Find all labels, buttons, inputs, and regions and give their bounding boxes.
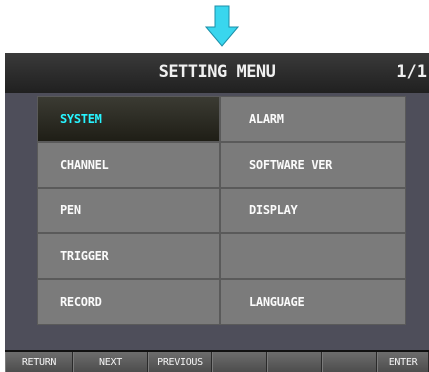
menu-item-record[interactable]: RECORD: [37, 279, 220, 325]
menu-item-language[interactable]: LANGUAGE: [220, 279, 406, 325]
softkey-blank-3[interactable]: [322, 352, 377, 372]
menu-item-trigger[interactable]: TRIGGER: [37, 233, 220, 280]
return-button[interactable]: RETURN: [5, 352, 73, 372]
page-title: SETTING MENU: [158, 62, 276, 82]
device-screen: SETTING MENU 1/1 SYSTEM ALARM CHANNEL SO…: [5, 53, 429, 372]
page-indicator: 1/1: [396, 62, 427, 82]
menu-item-empty[interactable]: [220, 233, 406, 280]
menu-item-system[interactable]: SYSTEM: [37, 96, 220, 142]
menu-item-display[interactable]: DISPLAY: [220, 187, 406, 234]
previous-button[interactable]: PREVIOUS: [148, 352, 212, 372]
enter-button[interactable]: ENTER: [377, 352, 429, 372]
title-bar: SETTING MENU 1/1: [5, 53, 429, 93]
next-button[interactable]: NEXT: [73, 352, 148, 372]
softkey-bar: RETURN NEXT PREVIOUS ENTER: [5, 352, 429, 372]
down-arrow-icon: [205, 5, 239, 47]
softkey-blank-1[interactable]: [212, 352, 267, 372]
menu-grid: SYSTEM ALARM CHANNEL SOFTWARE VER PEN DI…: [37, 96, 406, 325]
menu-panel: SYSTEM ALARM CHANNEL SOFTWARE VER PEN DI…: [5, 93, 429, 350]
menu-item-channel[interactable]: CHANNEL: [37, 141, 220, 188]
softkey-blank-2[interactable]: [267, 352, 322, 372]
menu-item-alarm[interactable]: ALARM: [220, 96, 406, 142]
menu-item-pen[interactable]: PEN: [37, 187, 220, 234]
menu-item-software-ver[interactable]: SOFTWARE VER: [220, 141, 406, 188]
